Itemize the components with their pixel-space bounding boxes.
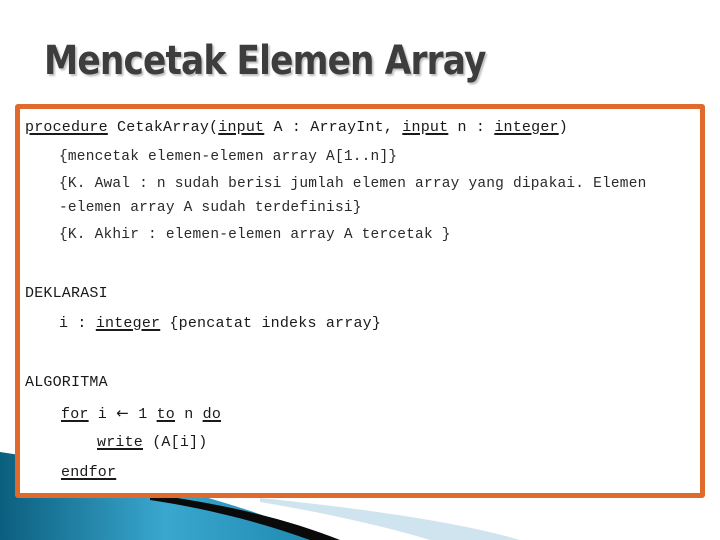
comment-purpose: {mencetak elemen-elemen array A[1..n]} <box>59 149 398 165</box>
keyword-procedure: procedure <box>25 119 108 136</box>
slide-title: Mencetak Elemen Array <box>44 38 486 84</box>
keyword-input: input <box>402 119 449 136</box>
comment-precondition-line1: {K. Awal : n sudah berisi jumlah elemen … <box>59 176 647 192</box>
keyword-integer: integer <box>494 119 559 136</box>
comment-postcondition: {K. Akhir : elemen-elemen array A tercet… <box>59 227 451 243</box>
procedure-name: CetakArray( <box>107 119 219 136</box>
for-loop-line: for i ← 1 to n do <box>61 404 221 423</box>
keyword-endfor: endfor <box>61 464 117 481</box>
keyword-write: write <box>97 434 144 451</box>
write-arg: (A[i]) <box>143 434 208 451</box>
loop-start: 1 <box>129 406 157 423</box>
algorithm-heading: ALGORITMA <box>25 374 108 391</box>
comment-precondition-line2: -elemen array A sudah terdefinisi} <box>59 200 362 216</box>
procedure-header: procedure CetakArray(input A : ArrayInt,… <box>25 119 568 136</box>
keyword-for: for <box>61 406 89 423</box>
write-line: write (A[i]) <box>97 434 207 451</box>
assign-arrow-icon: ← <box>116 404 129 422</box>
var-name: i : <box>59 315 96 332</box>
param-n: n : <box>448 119 495 136</box>
keyword-integer: integer <box>95 315 161 332</box>
paren-close: ) <box>558 119 568 136</box>
loop-var: i <box>88 406 117 423</box>
declaration-heading: DEKLARASI <box>25 285 108 302</box>
param-a: A : ArrayInt, <box>264 119 403 136</box>
code-box: procedure CetakArray(input A : ArrayInt,… <box>15 104 705 498</box>
endfor-line: endfor <box>61 464 116 481</box>
var-comment: {pencatat indeks array} <box>160 315 382 332</box>
keyword-input: input <box>218 119 265 136</box>
keyword-do: do <box>202 406 222 423</box>
loop-end: n <box>175 406 203 423</box>
declaration-var: i : integer {pencatat indeks array} <box>59 315 381 332</box>
keyword-to: to <box>156 406 176 423</box>
